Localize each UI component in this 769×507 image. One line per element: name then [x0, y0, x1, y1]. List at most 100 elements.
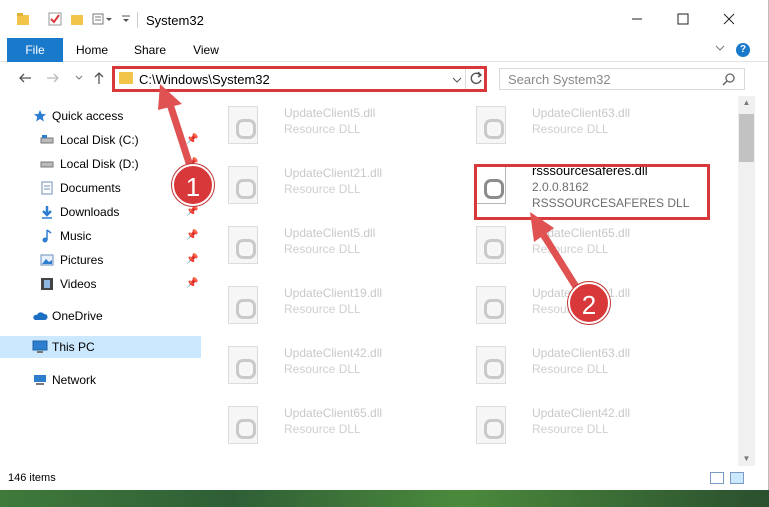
file-name: UpdateClient42.dll — [284, 346, 383, 360]
drive-icon — [40, 133, 54, 147]
file-name: UpdateClient5.dll — [284, 106, 376, 120]
sidebar-item-this-pc[interactable]: This PC — [0, 336, 201, 358]
callout-badge-1: 1 — [172, 164, 214, 206]
file-item[interactable]: UpdateClient5.dll Resource DLL — [220, 98, 460, 154]
file-type: Resource DLL — [284, 362, 361, 376]
file-type: Resource DLL — [284, 302, 361, 316]
downloads-icon — [40, 205, 54, 219]
sidebar-item-videos[interactable]: Videos 📌 — [0, 273, 201, 295]
sidebar-item-label: Documents — [60, 181, 121, 195]
forward-button[interactable] — [44, 70, 62, 88]
window-title: System32 — [146, 13, 204, 28]
dll-file-icon — [476, 406, 506, 444]
close-icon — [723, 13, 735, 25]
title-separator — [137, 12, 138, 28]
star-icon — [33, 109, 47, 123]
sidebar-item-downloads[interactable]: Downloads 📌 — [0, 201, 201, 223]
sidebar-item-onedrive[interactable]: OneDrive — [0, 305, 201, 327]
expand-ribbon-button[interactable] — [714, 42, 726, 57]
highlight-box — [474, 164, 710, 220]
pin-icon[interactable]: 📌 — [186, 254, 198, 265]
dll-file-icon — [228, 406, 258, 444]
file-item[interactable]: UpdateClient63.dll Resource DLL — [468, 98, 708, 154]
dll-file-icon — [228, 226, 258, 264]
scroll-up-icon[interactable]: ▲ — [738, 96, 755, 110]
pin-icon[interactable]: 📌 — [186, 230, 198, 241]
refresh-button[interactable] — [469, 69, 483, 90]
file-name: UpdateClient5.dll — [284, 226, 376, 240]
search-input[interactable]: Search System32 — [508, 72, 611, 87]
file-item[interactable]: UpdateClient19.dll Resource DLL — [220, 278, 460, 334]
arrow-up-icon — [94, 72, 104, 84]
arrow-left-icon — [19, 73, 31, 83]
new-folder-icon[interactable] — [70, 12, 84, 26]
sidebar-item-quick-access[interactable]: Quick access — [0, 105, 201, 127]
file-item[interactable]: UpdateClient21.dll Resource DLL — [220, 158, 460, 214]
address-history-button[interactable] — [451, 71, 463, 90]
minimize-icon — [632, 18, 642, 20]
item-count: 146 items — [8, 472, 56, 484]
scroll-thumb[interactable] — [739, 114, 754, 162]
file-item[interactable]: UpdateClient5.dll Resource DLL — [220, 218, 460, 274]
dll-file-icon — [228, 166, 258, 204]
back-button[interactable] — [16, 70, 34, 88]
sidebar-item-music[interactable]: Music 📌 — [0, 225, 201, 247]
tab-file[interactable]: File — [7, 38, 63, 62]
address-divider — [465, 69, 466, 89]
vertical-scrollbar[interactable]: ▲ ▼ — [738, 96, 755, 466]
tab-home[interactable]: Home — [70, 38, 114, 62]
file-name: UpdateClient21.dll — [284, 166, 383, 180]
videos-icon — [40, 277, 54, 291]
maximize-button[interactable] — [660, 0, 706, 38]
file-item[interactable]: UpdateClient65.dll Resource DLL — [468, 218, 708, 274]
scroll-down-icon[interactable]: ▼ — [738, 452, 755, 466]
search-icon[interactable] — [722, 72, 736, 89]
sidebar-item-label: Local Disk (C:) — [60, 133, 139, 147]
file-item[interactable]: UpdateClient42.dll Resource DLL — [220, 338, 460, 394]
close-button[interactable] — [706, 0, 752, 38]
dll-file-icon — [228, 286, 258, 324]
sidebar-item-pictures[interactable]: Pictures 📌 — [0, 249, 201, 271]
pin-icon[interactable]: 📌 — [186, 206, 198, 217]
file-item[interactable]: UpdateClient65.dll Resource DLL — [220, 398, 460, 454]
file-name: UpdateClient42.dll — [532, 406, 631, 420]
up-button[interactable] — [90, 70, 108, 88]
tab-share[interactable]: Share — [128, 38, 172, 62]
details-view-icon[interactable] — [710, 472, 724, 484]
sidebar-item-label: Network — [52, 373, 97, 387]
network-icon — [32, 373, 46, 387]
ribbon-tabs: File Home Share View ? — [0, 38, 768, 62]
file-type: Resource DLL — [284, 182, 361, 196]
address-bar[interactable]: C:\Windows\System32 — [112, 66, 487, 92]
sidebar-item-documents[interactable]: Documents 📌 — [0, 177, 201, 199]
file-item[interactable]: UpdateClient63.dll Resource DLL — [468, 338, 708, 394]
sidebar-item-label: Downloads — [60, 205, 120, 219]
file-name: UpdateClient19.dll — [284, 286, 383, 300]
folder-icon[interactable] — [16, 12, 30, 26]
maximize-icon — [677, 13, 689, 25]
title-bar: System32 — [0, 0, 768, 38]
arrow-right-icon — [47, 73, 59, 83]
dll-file-icon — [228, 106, 258, 144]
sidebar-item-label: Music — [60, 229, 92, 243]
pin-icon[interactable]: 📌 — [186, 134, 198, 145]
sidebar-item-label: Pictures — [60, 253, 104, 267]
customize-icon[interactable] — [92, 12, 112, 26]
cloud-icon — [32, 309, 48, 323]
minimize-button[interactable] — [614, 0, 660, 38]
sidebar-item-network[interactable]: Network — [0, 369, 201, 391]
chevron-down-icon[interactable] — [120, 12, 134, 26]
address-path[interactable]: C:\Windows\System32 — [139, 72, 270, 87]
dll-file-icon — [228, 346, 258, 384]
file-item[interactable]: UpdateClient42.dll Resource DLL — [468, 398, 708, 454]
properties-check-icon[interactable] — [48, 12, 62, 26]
sidebar-item-local-disk-d[interactable]: Local Disk (D:) 📌 — [0, 153, 201, 175]
tab-view[interactable]: View — [184, 38, 228, 62]
tiles-view-icon[interactable] — [730, 472, 744, 484]
search-box[interactable]: Search System32 — [499, 68, 745, 90]
sidebar-item-label: Videos — [60, 277, 97, 291]
recent-locations-button[interactable] — [70, 70, 88, 88]
sidebar-item-local-disk-c[interactable]: Local Disk (C:) 📌 — [0, 129, 201, 151]
pin-icon[interactable]: 📌 — [186, 278, 198, 289]
help-button[interactable]: ? — [736, 43, 750, 57]
